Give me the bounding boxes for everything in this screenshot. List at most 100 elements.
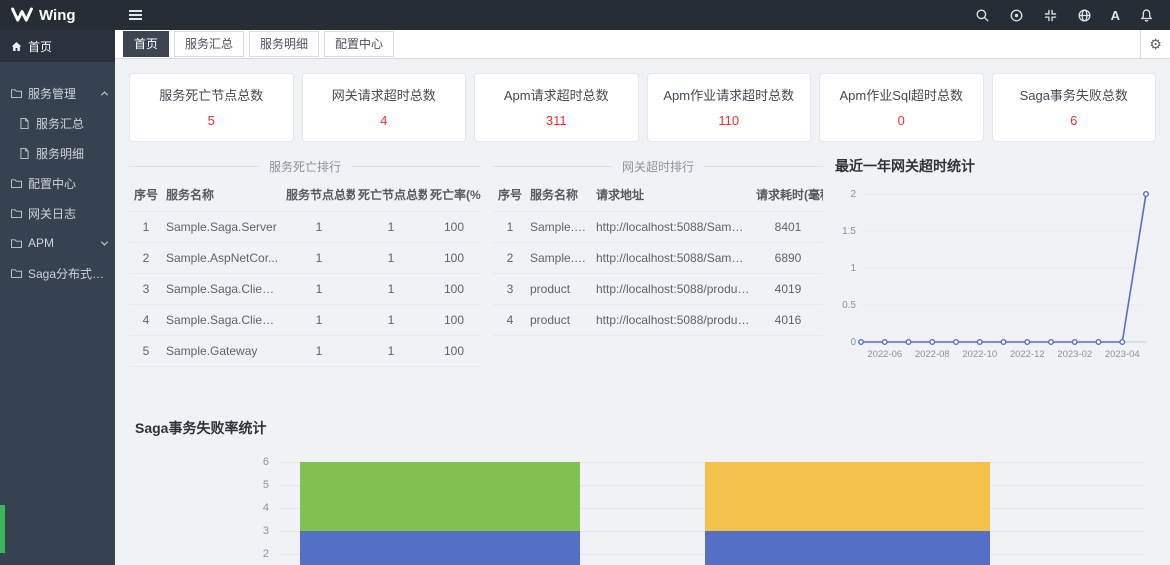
svg-text:2022-12: 2022-12	[1010, 349, 1045, 360]
stat-value: 6	[1070, 113, 1078, 128]
folder-icon	[11, 178, 22, 188]
table-cell: http://localhost:5088/Sample.AspN...	[593, 242, 753, 274]
chevron-up-icon	[100, 90, 109, 98]
sidebar-item-config-center[interactable]: 配置中心	[0, 168, 115, 198]
sidebar-item-service-management[interactable]: 服务管理	[0, 78, 115, 108]
column-header: 请求地址	[593, 178, 753, 212]
table-cell: 1	[129, 211, 163, 243]
dead-service-table: 序号 服务名称 服务节点总数 死亡节点总数 死亡率(%) 1 Sample.Saga.Ser…	[129, 178, 481, 367]
sidebar-item-service-detail[interactable]: 服务明细	[0, 138, 115, 168]
dead-table-title-divider: 服务死亡排行	[129, 156, 482, 176]
column-header: 服务名称	[163, 178, 283, 212]
y-axis-tick: 6	[262, 456, 269, 468]
y-axis-tick: 5	[262, 479, 269, 491]
topbar-actions: A	[975, 7, 1170, 23]
sidebar-item-gateway-log[interactable]: 网关日志	[0, 198, 115, 228]
folder-icon	[11, 268, 22, 278]
menu-toggle-button[interactable]	[129, 10, 142, 20]
table-cell: 1	[283, 211, 355, 243]
table-cell: 1	[283, 273, 355, 305]
fullscreen-icon[interactable]	[1043, 7, 1059, 23]
table-cell: 3	[493, 273, 527, 305]
stat-card: Saga事务失败总数 6	[991, 73, 1156, 142]
stat-value: 4	[380, 113, 388, 128]
notification-icon[interactable]	[1138, 7, 1154, 23]
tab-settings-button[interactable]: ⚙	[1140, 30, 1170, 58]
sidebar-item-service-summary[interactable]: 服务汇总	[0, 108, 115, 138]
tab-bar: 首页 服务汇总 服务明细 配置中心 ⚙	[115, 30, 1170, 59]
tab-service-detail[interactable]: 服务明细	[249, 31, 320, 57]
table-cell: 6890	[753, 242, 823, 274]
stat-title: Apm请求超时总数	[503, 88, 609, 103]
stat-title: Saga事务失败总数	[1019, 88, 1128, 103]
stat-card: Apm作业请求超时总数 110	[646, 73, 811, 142]
table-cell: 100	[427, 242, 481, 274]
y-axis-tick: 4	[262, 502, 269, 514]
table-cell: 100	[427, 335, 481, 367]
table-cell: 2	[493, 242, 527, 274]
table-cell: 4016	[753, 304, 823, 336]
svg-text:2022-10: 2022-10	[962, 349, 997, 360]
bar-segment-bottom-blue	[299, 531, 580, 565]
svg-text:0.5: 0.5	[842, 300, 856, 311]
sidebar-item-label: 首页	[28, 39, 53, 54]
sidebar-item-saga-transaction[interactable]: Saga分布式事务	[0, 258, 115, 288]
table-cell: 1	[355, 335, 427, 367]
svg-text:2: 2	[850, 189, 856, 200]
table-row: 3producthttp://localhost:5088/product/te…	[493, 273, 823, 305]
tab-home[interactable]: 首页	[123, 31, 170, 57]
tab-config-center[interactable]: 配置中心	[324, 31, 395, 57]
table-cell: 1	[283, 335, 355, 367]
left-scrollbar[interactable]	[0, 505, 5, 553]
stat-card: Apm作业Sql超时总数 0	[819, 73, 984, 142]
gateway-chart-panel: 最近一年网关超时统计 0 0.5 1 1.5 2 2022-06 2022-08 2022-1…	[835, 156, 1156, 372]
file-icon	[20, 117, 29, 129]
table-cell: product	[527, 304, 593, 336]
table-cell: Sample.AspNetCor...	[163, 242, 283, 274]
sidebar-item-label: Saga分布式事务	[28, 266, 107, 281]
font-size-icon[interactable]: A	[1111, 8, 1120, 23]
sidebar-item-label: 网关日志	[28, 206, 77, 221]
svg-text:1.5: 1.5	[842, 226, 856, 237]
table-cell: 100	[427, 304, 481, 336]
stat-value: 110	[718, 113, 740, 128]
table-cell: 8401	[753, 211, 823, 243]
language-icon[interactable]	[1077, 7, 1093, 23]
stat-value: 311	[545, 113, 567, 128]
sidebar-item-label: 配置中心	[28, 176, 77, 191]
app-logo: Wing	[0, 7, 115, 24]
stat-title: 服务死亡节点总数	[159, 88, 264, 103]
bar-chart-title: Saga事务失败率统计	[135, 420, 267, 436]
svg-text:2022-06: 2022-06	[867, 349, 902, 360]
app-logo-text: Wing	[39, 6, 76, 24]
svg-text:2023-02: 2023-02	[1057, 349, 1092, 360]
column-header: 服务节点总数	[283, 178, 355, 212]
table-cell: 100	[427, 211, 481, 243]
table-row: 1 Sample.Saga.Server 1 1 100	[129, 211, 481, 243]
search-icon[interactable]	[975, 7, 991, 23]
column-header: 请求耗时(毫秒)	[753, 178, 823, 212]
sidebar-item-label: 服务明细	[36, 146, 85, 161]
column-header: 服务名称	[527, 178, 593, 212]
record-icon[interactable]	[1009, 7, 1025, 23]
folder-icon	[11, 88, 22, 98]
table-cell: Sample.Saga.Server	[163, 211, 283, 243]
stat-value: 5	[207, 113, 215, 128]
svg-text:1: 1	[850, 263, 856, 274]
column-header: 死亡率(%)	[427, 178, 481, 212]
svg-text:2022-08: 2022-08	[915, 349, 950, 360]
table-cell: Sample.As...	[527, 211, 593, 243]
table-cell: product	[527, 273, 593, 305]
gateway-timeout-table: 序号服务名称请求地址请求耗时(毫秒)1Sample.As...http://lo…	[493, 178, 823, 336]
dead-table-title: 服务死亡排行	[269, 159, 342, 174]
sidebar-item-apm[interactable]: APM	[0, 228, 115, 258]
stat-title: Apm作业Sql超时总数	[839, 88, 964, 103]
y-axis-tick: 2	[262, 548, 269, 560]
gear-icon: ⚙	[1149, 35, 1162, 52]
sidebar-item-label: APM	[28, 236, 55, 250]
tab-service-summary[interactable]: 服务汇总	[174, 31, 245, 57]
table-cell: http://localhost:5088/product/test/...	[593, 273, 753, 305]
table-cell: Sample.Gateway	[163, 335, 283, 367]
sidebar-item-home[interactable]: 首页	[0, 30, 115, 62]
file-icon	[20, 147, 29, 159]
